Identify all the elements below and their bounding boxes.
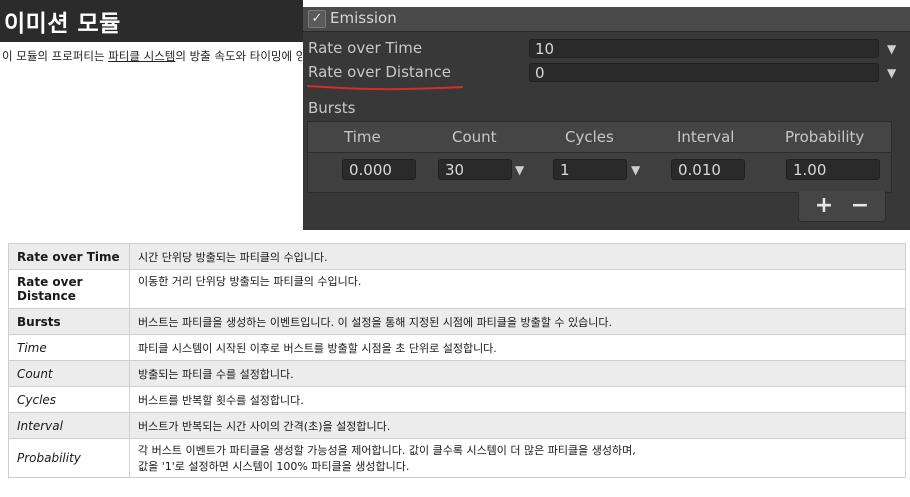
burst-cycles-dropdown-icon[interactable]: ▼: [631, 163, 640, 177]
table-row: Probability 각 버스트 이벤트가 파티클을 생성할 가능성을 제어합니…: [8, 438, 906, 478]
bursts-column-time: Time: [344, 128, 381, 146]
property-description-cell: 방출되는 파티클 수를 설정합니다.: [129, 360, 906, 387]
description-text: 이동한 거리 단위당 방출되는 파티클의 수입니다.: [138, 275, 362, 288]
burst-count-dropdown-icon[interactable]: ▼: [515, 163, 524, 177]
table-row: Interval 버스트가 반복되는 시간 사이의 간격(초)을 설정합니다.: [8, 412, 906, 439]
burst-cycles-field[interactable]: 1: [553, 159, 627, 180]
bursts-column-probability: Probability: [785, 128, 865, 146]
property-description-cell: 시간 단위당 방출되는 파티클의 수입니다.: [129, 243, 906, 270]
rate-over-time-mode-dropdown-icon[interactable]: ▼: [887, 42, 896, 56]
bursts-column-cycles: Cycles: [565, 128, 614, 146]
rate-over-distance-field[interactable]: 0: [529, 63, 879, 82]
bursts-label: Bursts: [308, 99, 356, 117]
rate-over-distance-mode-dropdown-icon[interactable]: ▼: [887, 66, 896, 80]
page-title: 이미션 모듈: [4, 11, 121, 37]
description-text: 시간 단위당 방출되는 파티클의 수입니다.: [138, 250, 328, 264]
property-name-cell: Time: [8, 334, 130, 361]
burst-add-remove-bar: + −: [798, 191, 886, 222]
table-row: Rate over Distance 이동한 거리 단위당 방출되는 파티클의 수…: [8, 269, 906, 309]
property-description-cell: 버스트는 파티클을 생성하는 이벤트입니다. 이 설정을 통해 지정된 시점에 …: [129, 308, 906, 335]
emission-enabled-checkbox[interactable]: ✓: [308, 10, 326, 28]
description-text: 파티클 시스템이 시작된 이후로 버스트를 방출할 시점을 초 단위로 설정합니…: [138, 341, 497, 355]
burst-count-field[interactable]: 30: [438, 159, 512, 180]
description-text: 버스트가 반복되는 시간 사이의 간격(초)을 설정합니다.: [138, 419, 391, 433]
description-text: 버스트는 파티클을 생성하는 이벤트입니다. 이 설정을 통해 지정된 시점에 …: [138, 315, 612, 329]
red-annotation-underline: [307, 85, 463, 91]
description-text: 각 버스트 이벤트가 파티클을 생성할 가능성을 제어합니다. 값이 클수록 시…: [138, 444, 636, 457]
page-header: 이미션 모듈: [0, 0, 303, 42]
property-name-cell: Bursts: [8, 308, 130, 335]
emission-module-header[interactable]: ✓ Emission: [303, 7, 910, 32]
bursts-table: Time Count Cycles Interval Probability 0…: [307, 121, 892, 193]
property-name-cell: Rate over Time: [8, 243, 130, 270]
intro-text-end: 의 방출 속도와 타이밍에 영향: [175, 49, 302, 63]
description-text: 버스트를 반복할 횟수를 설정합니다.: [138, 393, 304, 407]
intro-text: 이 모듈의 프로퍼티는 파티클 시스템의 방출 속도와 타이밍에 영향: [2, 48, 302, 64]
emission-module-title: Emission: [330, 9, 397, 27]
table-row: Count 방출되는 파티클 수를 설정합니다.: [8, 360, 906, 387]
intro-text-start: 이 모듈의 프로퍼티는: [2, 49, 109, 63]
table-row: Bursts 버스트는 파티클을 생성하는 이벤트입니다. 이 설정을 통해 지정…: [8, 308, 906, 335]
table-row: Rate over Time 시간 단위당 방출되는 파티클의 수입니다.: [8, 243, 906, 270]
property-description-cell: 이동한 거리 단위당 방출되는 파티클의 수입니다.: [129, 269, 906, 309]
property-description-cell: 버스트를 반복할 횟수를 설정합니다.: [129, 386, 906, 413]
property-description-cell: 버스트가 반복되는 시간 사이의 간격(초)을 설정합니다.: [129, 412, 906, 439]
rate-over-time-label: Rate over Time: [308, 39, 423, 57]
description-text: 방출되는 파티클 수를 설정합니다.: [138, 367, 294, 381]
table-row: Time 파티클 시스템이 시작된 이후로 버스트를 방출할 시점을 초 단위로 …: [8, 334, 906, 361]
burst-interval-field[interactable]: 0.010: [671, 159, 745, 180]
property-name-cell: Interval: [8, 412, 130, 439]
property-name-cell: Count: [8, 360, 130, 387]
bursts-column-interval: Interval: [677, 128, 735, 146]
remove-burst-button[interactable]: −: [845, 194, 875, 218]
description-text-line-2: 값을 '1'로 설정하면 시스템이 100% 파티클을 생성합니다.: [138, 460, 410, 473]
burst-probability-field[interactable]: 1.00: [786, 159, 880, 180]
property-name-cell: Cycles: [8, 386, 130, 413]
property-description-table: Rate over Time 시간 단위당 방출되는 파티클의 수입니다. Rate…: [8, 243, 906, 478]
burst-time-field[interactable]: 0.000: [342, 159, 416, 180]
property-description-cell: 각 버스트 이벤트가 파티클을 생성할 가능성을 제어합니다. 값이 클수록 시…: [129, 438, 906, 478]
bursts-column-count: Count: [452, 128, 497, 146]
property-description-cell: 파티클 시스템이 시작된 이후로 버스트를 방출할 시점을 초 단위로 설정합니…: [129, 334, 906, 361]
property-name-cell: Probability: [8, 438, 130, 478]
rate-over-time-field[interactable]: 10: [529, 39, 879, 58]
bursts-header-row: Time Count Cycles Interval Probability: [308, 122, 891, 153]
property-name-cell: Rate over Distance: [8, 269, 130, 309]
table-row: Cycles 버스트를 반복할 횟수를 설정합니다.: [8, 386, 906, 413]
particle-system-link[interactable]: 파티클 시스템: [108, 49, 175, 63]
emission-module-inspector: ✓ Emission Rate over Time 10 ▼ Rate over…: [303, 7, 910, 230]
add-burst-button[interactable]: +: [809, 194, 839, 218]
